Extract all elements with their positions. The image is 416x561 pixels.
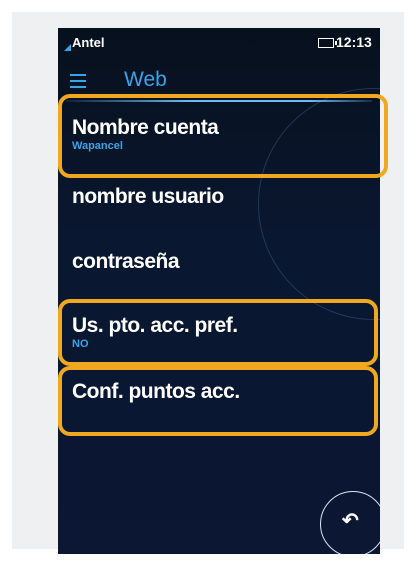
highlight-nombre-cuenta	[58, 94, 388, 178]
highlight-conf-puntos-acc	[58, 366, 378, 436]
status-bar: Antel 12:13	[58, 28, 380, 54]
list-item-nombre-usuario[interactable]: nombre usuario	[72, 185, 224, 209]
clock: 12:13	[336, 34, 372, 50]
carrier-name: Antel	[72, 35, 105, 50]
item-label: nombre usuario	[72, 185, 224, 208]
back-arrow-icon: ↶	[342, 510, 359, 532]
item-label: contraseña	[72, 250, 180, 273]
highlight-us-pto-acc-pref	[58, 299, 378, 366]
menu-icon[interactable]	[70, 74, 86, 88]
back-button[interactable]: ↶	[320, 491, 380, 554]
battery-icon	[318, 38, 337, 48]
signal-icon	[64, 44, 71, 51]
page-title: Web	[124, 68, 167, 91]
list-item-contrasena[interactable]: contraseña	[72, 250, 180, 274]
